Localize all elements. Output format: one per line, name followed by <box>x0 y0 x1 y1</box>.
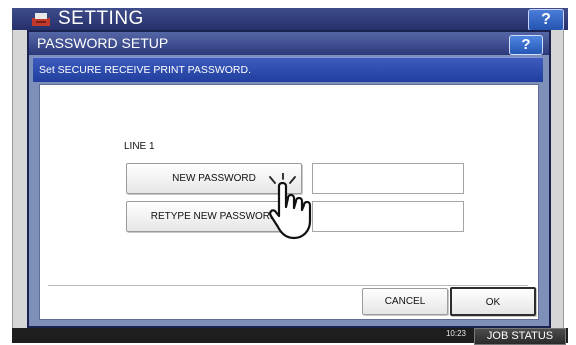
clock: 10:23 <box>445 329 466 338</box>
dialog-help-button[interactable]: ? <box>509 35 543 55</box>
instruction-message: Set SECURE RECEIVE PRINT PASSWORD. <box>39 64 251 76</box>
dialog-title: PASSWORD SETUP <box>37 35 169 51</box>
retype-password-field[interactable] <box>312 201 464 232</box>
job-status-button[interactable]: JOB STATUS <box>474 328 566 345</box>
dialog-title-bar: PASSWORD SETUP ? <box>29 32 549 55</box>
printer-logo-icon <box>32 13 50 26</box>
dialog-body: LINE 1 NEW PASSWORD RETYPE NEW PASSWORD … <box>39 84 539 320</box>
right-frame <box>549 30 564 330</box>
setting-title: SETTING <box>58 8 144 29</box>
divider <box>48 285 528 286</box>
ok-button[interactable]: OK <box>450 287 536 316</box>
new-password-field[interactable] <box>312 163 464 194</box>
pointing-hand-icon <box>269 173 312 240</box>
left-frame <box>12 30 27 330</box>
password-setup-dialog: PASSWORD SETUP ? Set SECURE RECEIVE PRIN… <box>27 30 551 328</box>
line-label: LINE 1 <box>124 141 155 152</box>
setting-help-button[interactable]: ? <box>528 9 564 31</box>
cancel-button[interactable]: CANCEL <box>362 288 448 315</box>
message-bar: Set SECURE RECEIVE PRINT PASSWORD. <box>33 57 543 82</box>
